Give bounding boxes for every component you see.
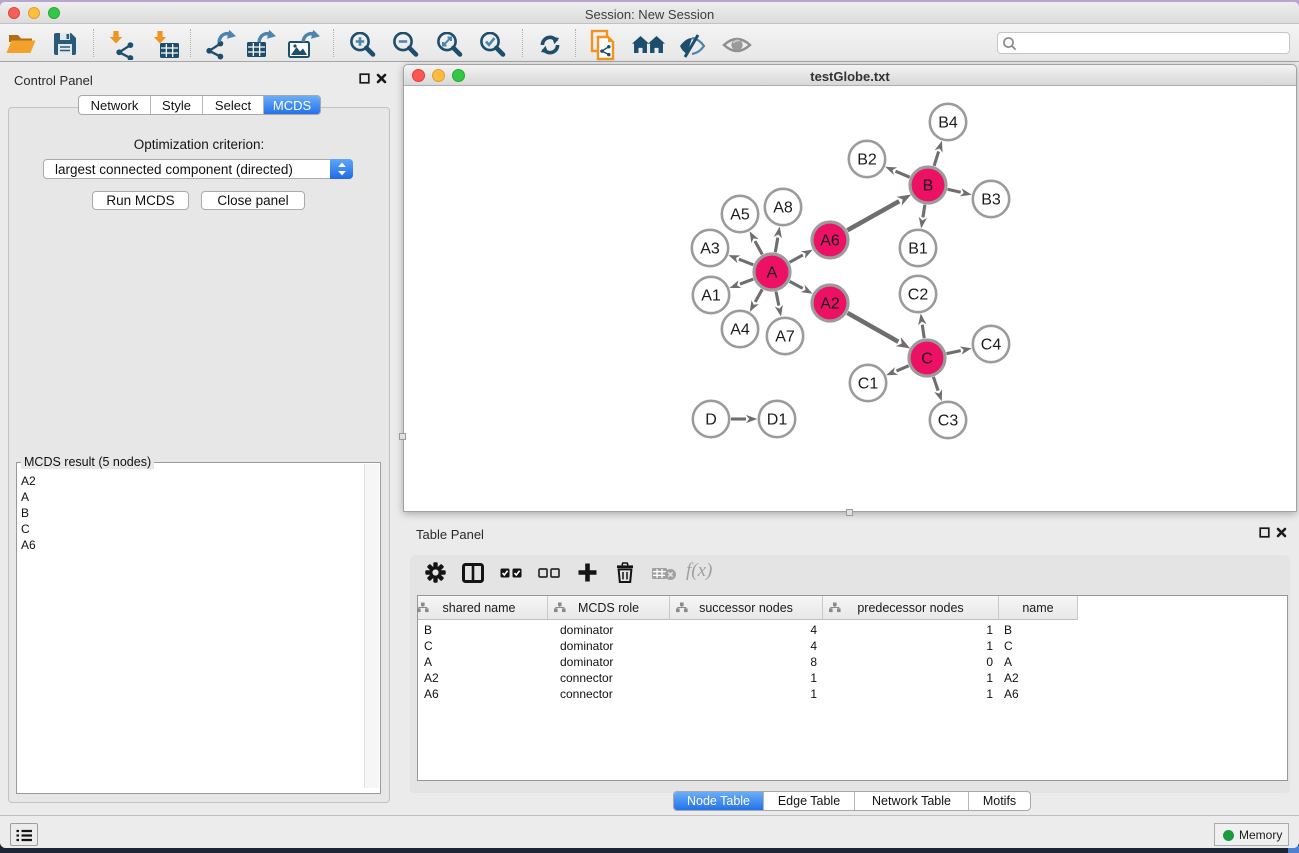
svg-text:A7: A7 — [775, 329, 795, 346]
svg-text:B3: B3 — [981, 192, 1001, 209]
svg-text:B1: B1 — [908, 241, 928, 258]
svg-text:A1: A1 — [701, 288, 721, 305]
svg-text:C: C — [921, 351, 933, 368]
svg-text:A4: A4 — [730, 322, 750, 339]
svg-text:B4: B4 — [938, 115, 958, 132]
svg-text:A3: A3 — [700, 241, 720, 258]
svg-text:A2: A2 — [820, 296, 840, 313]
svg-text:A6: A6 — [820, 233, 840, 250]
svg-text:A5: A5 — [730, 207, 750, 224]
svg-text:B: B — [923, 178, 934, 195]
svg-text:C3: C3 — [938, 413, 959, 430]
svg-text:A: A — [767, 265, 778, 282]
svg-text:D1: D1 — [767, 412, 788, 429]
svg-text:D: D — [705, 412, 717, 429]
svg-text:C1: C1 — [858, 376, 879, 393]
svg-text:C4: C4 — [981, 337, 1002, 354]
svg-text:B2: B2 — [857, 152, 877, 169]
svg-text:C2: C2 — [908, 287, 929, 304]
svg-text:A8: A8 — [773, 200, 793, 217]
